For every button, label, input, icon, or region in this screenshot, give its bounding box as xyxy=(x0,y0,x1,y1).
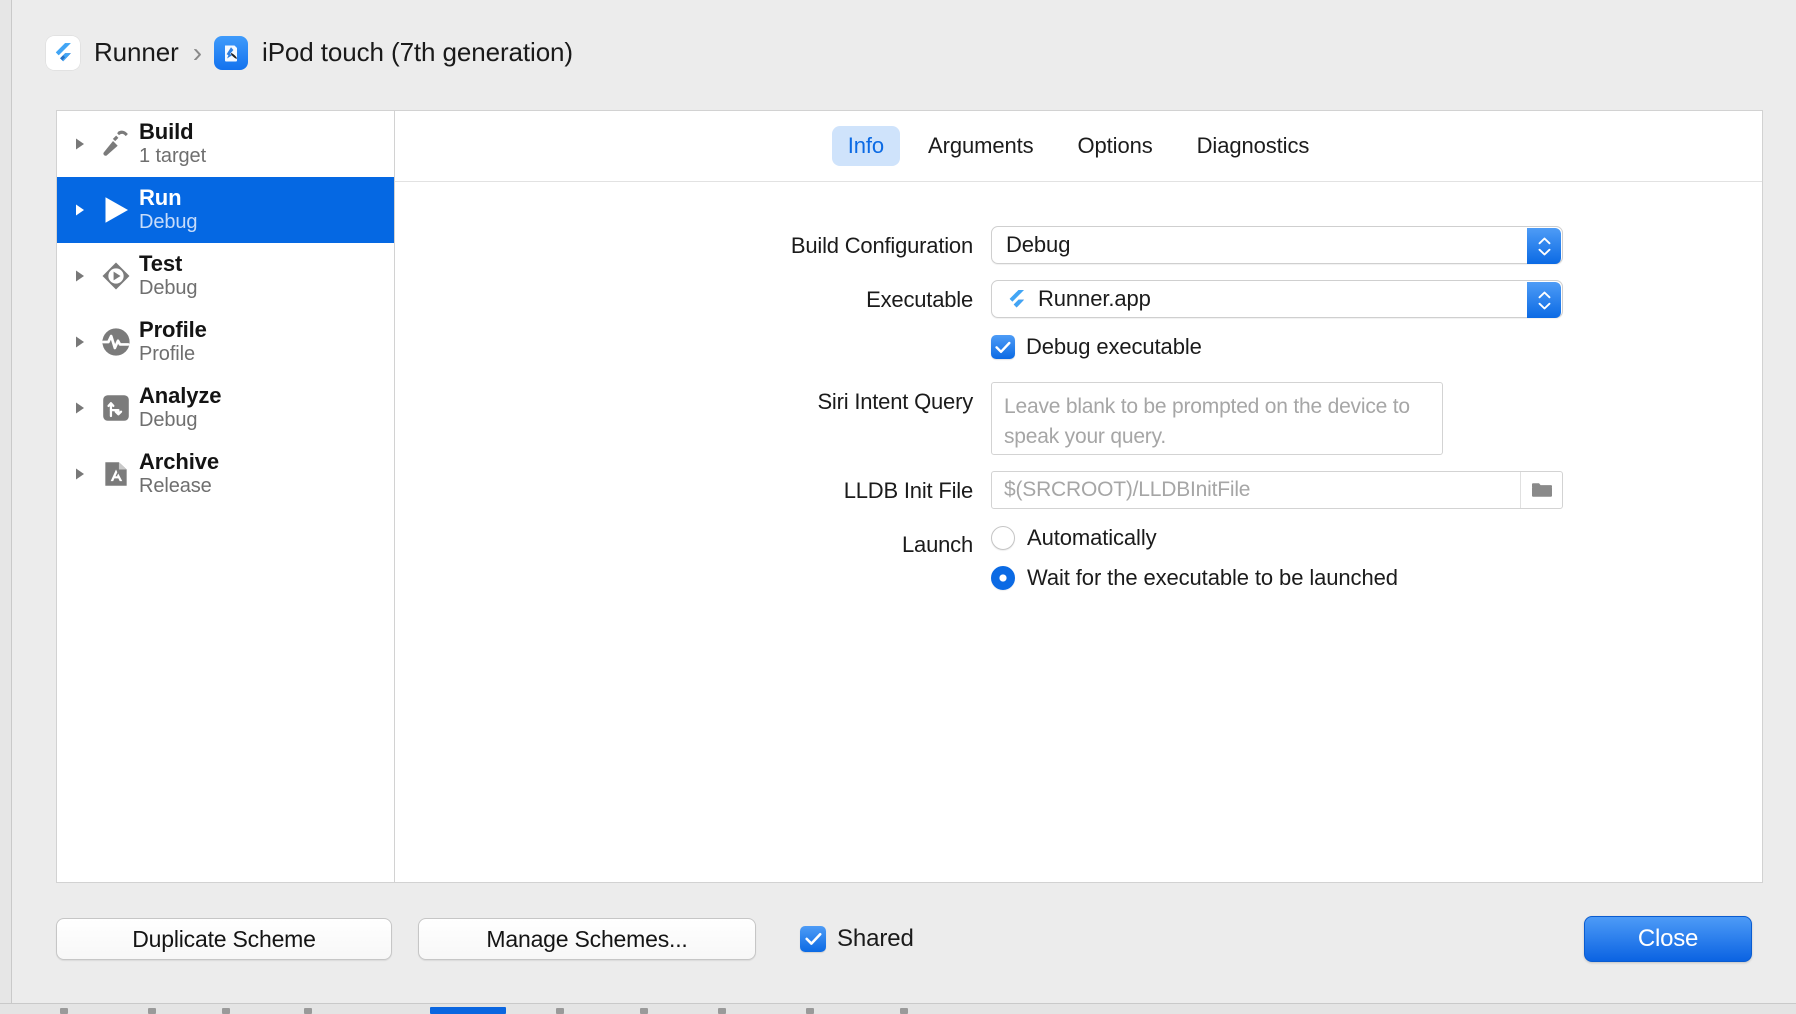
chevron-updown-icon[interactable] xyxy=(1527,228,1561,264)
disclosure-triangle-icon[interactable] xyxy=(67,136,93,152)
sidebar-item-analyze[interactable]: Analyze Debug xyxy=(57,375,394,441)
sidebar-item-subtitle: Profile xyxy=(139,343,207,365)
lldb-init-file-label: LLDB Init File xyxy=(395,471,991,504)
info-form: Build Configuration Debug xyxy=(395,182,1762,882)
hammer-icon xyxy=(93,127,139,161)
radio-button-selected-icon xyxy=(991,566,1015,590)
launch-option-automatically[interactable]: Automatically xyxy=(991,525,1762,551)
archive-icon xyxy=(93,458,139,490)
checkmark-icon xyxy=(800,926,826,952)
xcode-scheme-icon xyxy=(214,36,248,70)
breadcrumb: Runner › iPod touch (7th generation) xyxy=(12,0,1796,105)
dock-tick xyxy=(640,1008,648,1014)
sidebar-item-subtitle: 1 target xyxy=(139,145,206,167)
disclosure-triangle-icon[interactable] xyxy=(67,202,93,218)
executable-select[interactable]: Runner.app xyxy=(991,280,1563,318)
field-siri-intent-query: Siri Intent Query Leave blank to be prom… xyxy=(395,382,1762,455)
scheme-action-list: Build 1 target Run Debug xyxy=(57,111,395,882)
field-executable: Executable xyxy=(395,280,1762,318)
test-icon xyxy=(93,259,139,293)
dock-tick xyxy=(148,1008,156,1014)
shared-checkbox[interactable]: Shared xyxy=(800,925,914,953)
lldb-init-file-placeholder: $(SRCROOT)/LLDBInitFile xyxy=(1004,478,1250,502)
sidebar-item-title: Run xyxy=(139,186,197,211)
tab-arguments[interactable]: Arguments xyxy=(912,126,1049,166)
sidebar-item-subtitle: Debug xyxy=(139,211,197,233)
project-name: Runner xyxy=(94,37,179,68)
sidebar-item-title: Analyze xyxy=(139,384,221,409)
profile-icon xyxy=(93,325,139,359)
sheet-footer: Duplicate Scheme Manage Schemes... Share… xyxy=(12,884,1796,994)
debug-executable-checkbox[interactable]: Debug executable xyxy=(991,334,1762,360)
field-launch: Launch Automatically Wait for the execut… xyxy=(395,525,1762,605)
tab-diagnostics[interactable]: Diagnostics xyxy=(1181,126,1326,166)
manage-schemes-button[interactable]: Manage Schemes... xyxy=(418,918,756,960)
breadcrumb-scheme[interactable]: Runner xyxy=(46,36,179,70)
launch-label: Launch xyxy=(395,525,991,558)
sidebar-item-profile[interactable]: Profile Profile xyxy=(57,309,394,375)
dock-tick xyxy=(900,1008,908,1014)
duplicate-scheme-button[interactable]: Duplicate Scheme xyxy=(56,918,392,960)
field-lldb-init-file: LLDB Init File $(SRCROOT)/LLDBInitFile xyxy=(395,471,1762,509)
folder-icon[interactable] xyxy=(1520,472,1562,508)
launch-option-label: Wait for the executable to be launched xyxy=(1027,565,1398,591)
scheme-detail-pane: Info Arguments Options Diagnostics Build… xyxy=(395,111,1762,882)
dock-tick xyxy=(556,1008,564,1014)
play-icon xyxy=(93,192,139,228)
dock-tick xyxy=(60,1008,68,1014)
disclosure-triangle-icon[interactable] xyxy=(67,268,93,284)
field-debug-executable: Debug executable xyxy=(395,334,1762,360)
debug-executable-label: Debug executable xyxy=(1026,334,1202,360)
chevron-updown-icon[interactable] xyxy=(1527,282,1561,318)
sidebar-item-title: Test xyxy=(139,252,197,277)
sidebar-item-test[interactable]: Test Debug xyxy=(57,243,394,309)
build-configuration-label: Build Configuration xyxy=(395,226,991,259)
breadcrumb-separator: › xyxy=(193,37,202,69)
dock-active-app xyxy=(430,1007,506,1014)
sidebar-item-subtitle: Release xyxy=(139,475,219,497)
breadcrumb-device[interactable]: iPod touch (7th generation) xyxy=(214,36,573,70)
lldb-init-file-input[interactable]: $(SRCROOT)/LLDBInitFile xyxy=(991,471,1563,509)
tab-info[interactable]: Info xyxy=(832,126,900,166)
device-name: iPod touch (7th generation) xyxy=(262,37,573,68)
sidebar-item-title: Archive xyxy=(139,450,219,475)
sidebar-item-run[interactable]: Run Debug xyxy=(57,177,394,243)
launch-option-wait-for-executable[interactable]: Wait for the executable to be launched xyxy=(991,565,1762,591)
disclosure-triangle-icon[interactable] xyxy=(67,466,93,482)
dock-strip xyxy=(0,1003,1796,1014)
disclosure-triangle-icon[interactable] xyxy=(67,334,93,350)
siri-intent-query-input[interactable]: Leave blank to be prompted on the device… xyxy=(991,382,1443,455)
build-configuration-value: Debug xyxy=(1006,232,1070,258)
sidebar-item-subtitle: Debug xyxy=(139,409,221,431)
dock-tick xyxy=(718,1008,726,1014)
desktop-backdrop: Runner › iPod touch (7th generation) xyxy=(0,0,1796,1014)
executable-value: Runner.app xyxy=(1038,286,1151,312)
scheme-editor-sheet: Runner › iPod touch (7th generation) xyxy=(11,0,1796,1004)
build-configuration-select[interactable]: Debug xyxy=(991,226,1563,264)
dock-tick xyxy=(222,1008,230,1014)
sidebar-item-build[interactable]: Build 1 target xyxy=(57,111,394,177)
sidebar-item-title: Profile xyxy=(139,318,207,343)
radio-button-icon xyxy=(991,526,1015,550)
disclosure-triangle-icon[interactable] xyxy=(67,400,93,416)
field-build-configuration: Build Configuration Debug xyxy=(395,226,1762,264)
executable-label: Executable xyxy=(395,280,991,313)
flutter-icon xyxy=(1006,289,1027,310)
checkmark-icon xyxy=(991,335,1015,359)
sidebar-item-subtitle: Debug xyxy=(139,277,197,299)
tab-options[interactable]: Options xyxy=(1062,126,1169,166)
siri-intent-query-label: Siri Intent Query xyxy=(395,382,991,415)
flutter-icon xyxy=(46,36,80,70)
debug-executable-spacer xyxy=(395,334,991,341)
shared-label: Shared xyxy=(837,925,914,953)
sidebar-item-title: Build xyxy=(139,120,206,145)
tab-bar: Info Arguments Options Diagnostics xyxy=(395,111,1762,182)
sidebar-item-archive[interactable]: Archive Release xyxy=(57,441,394,507)
close-button[interactable]: Close xyxy=(1584,916,1752,962)
launch-option-label: Automatically xyxy=(1027,525,1157,551)
scheme-editor-panel: Build 1 target Run Debug xyxy=(56,110,1763,883)
dock-tick xyxy=(304,1008,312,1014)
analyze-icon xyxy=(93,392,139,424)
dock-tick xyxy=(806,1008,814,1014)
